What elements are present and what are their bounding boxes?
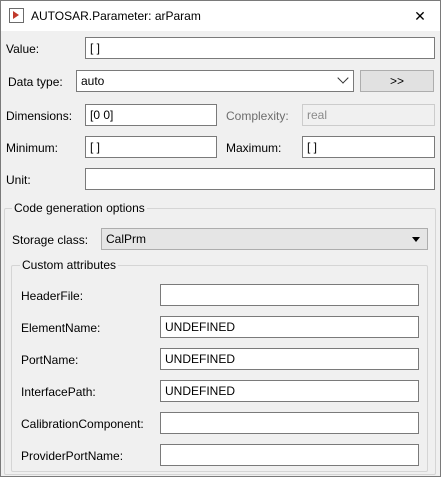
maximum-label: Maximum: — [226, 141, 282, 155]
providerportname-label: ProviderPortName: — [21, 449, 124, 463]
unit-label: Unit: — [6, 173, 31, 187]
headerfile-label: HeaderFile: — [21, 289, 84, 303]
calibrationcomponent-label: CalibrationComponent: — [21, 417, 144, 431]
interfacepath-input[interactable]: UNDEFINED — [160, 380, 419, 402]
value-label: Value: — [6, 42, 40, 56]
complexity-input: real — [302, 104, 435, 126]
maximum-input[interactable]: [ ] — [302, 136, 435, 158]
minimum-input[interactable]: [ ] — [85, 136, 217, 158]
dialog-window: AUTOSAR.Parameter: arParam ✕ Value: [ ] … — [0, 0, 441, 477]
value-input[interactable]: [ ] — [85, 37, 435, 59]
providerportname-input[interactable] — [160, 444, 419, 466]
dimensions-label: Dimensions: — [6, 109, 73, 123]
storage-class-dropdown[interactable]: CalPrm — [101, 228, 428, 250]
window-title: AUTOSAR.Parameter: arParam — [31, 9, 201, 23]
dimensions-input[interactable]: [0 0] — [85, 104, 217, 126]
datatype-assistant-button[interactable]: >> — [360, 70, 434, 92]
datatype-value: auto — [81, 74, 105, 88]
datatype-label: Data type: — [8, 75, 63, 89]
codegen-group-title: Code generation options — [12, 201, 147, 215]
storage-class-value: CalPrm — [106, 232, 147, 246]
minimum-label: Minimum: — [6, 141, 59, 155]
headerfile-input[interactable] — [160, 284, 419, 306]
storage-class-label: Storage class: — [12, 233, 89, 247]
custom-attributes-title: Custom attributes — [20, 258, 119, 272]
elementname-input[interactable]: UNDEFINED — [160, 316, 419, 338]
interfacepath-label: InterfacePath: — [21, 385, 96, 399]
elementname-label: ElementName: — [21, 321, 101, 335]
datatype-dropdown[interactable]: auto — [76, 70, 354, 92]
portname-label: PortName: — [21, 353, 79, 367]
title-bar: AUTOSAR.Parameter: arParam ✕ — [1, 1, 440, 31]
app-icon — [9, 8, 24, 23]
triangle-down-icon — [412, 237, 420, 242]
unit-input[interactable] — [85, 168, 435, 190]
close-icon[interactable]: ✕ — [409, 5, 431, 27]
complexity-label: Complexity: — [226, 109, 289, 123]
portname-input[interactable]: UNDEFINED — [160, 348, 419, 370]
calibrationcomponent-input[interactable] — [160, 412, 419, 434]
chevron-down-icon — [337, 72, 349, 84]
